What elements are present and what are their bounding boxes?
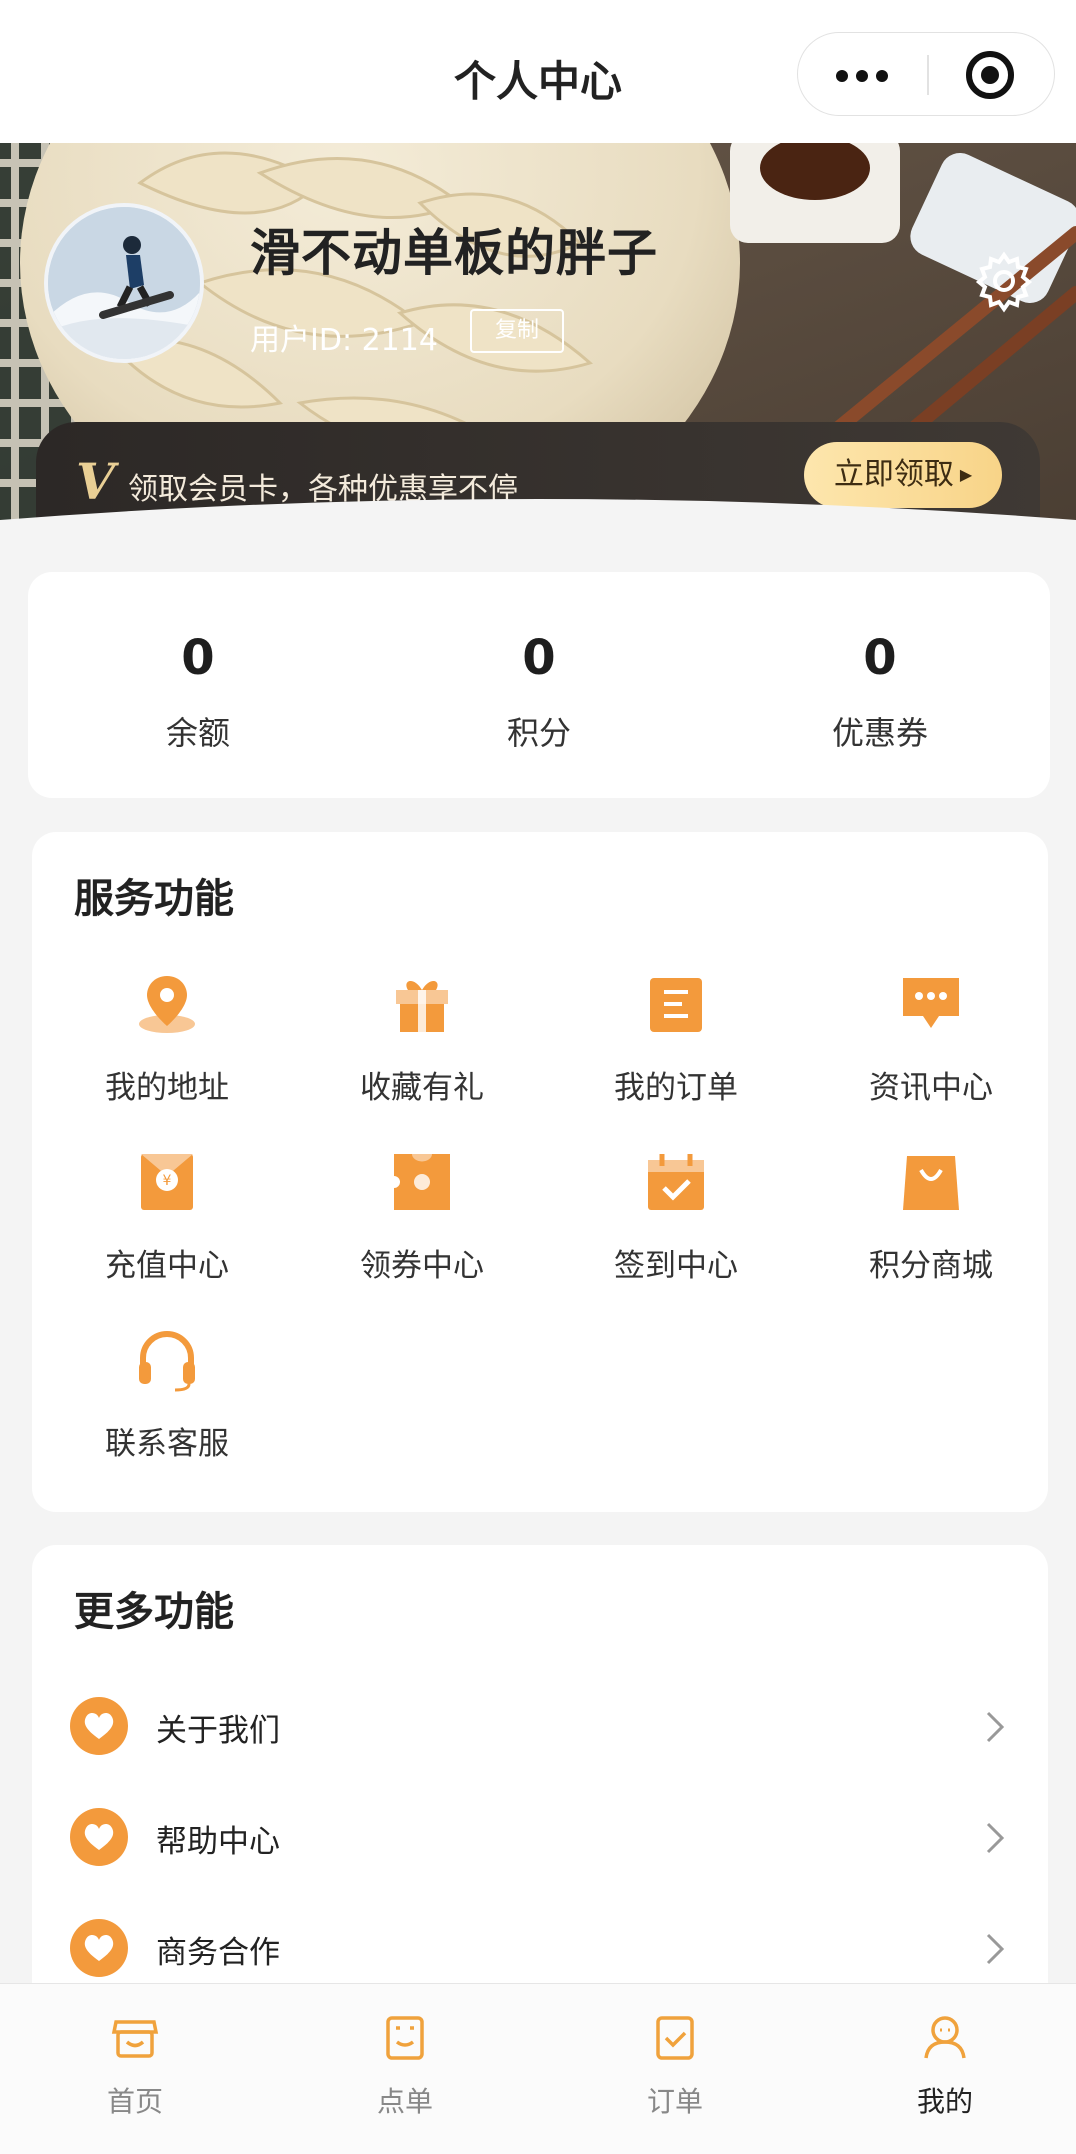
service-label: 签到中心 xyxy=(614,1248,738,1284)
more-functions-card: 更多功能 关于我们 帮助中心 商务合作 xyxy=(32,1545,1048,2015)
home-store-icon xyxy=(111,2020,159,2058)
list-item-business-cooperation[interactable]: 商务合作 xyxy=(70,1907,1010,1987)
menu-order-icon xyxy=(386,2016,424,2060)
tab-mine[interactable]: 我的 xyxy=(845,2012,1045,2120)
service-news-center[interactable]: 资讯中心 xyxy=(811,972,1051,1107)
list-item-label: 帮助中心 xyxy=(156,1824,280,1860)
headset-icon xyxy=(139,1331,195,1392)
order-check-icon xyxy=(656,2016,694,2060)
service-label: 资讯中心 xyxy=(869,1070,993,1106)
service-customer-support[interactable]: 联系客服 xyxy=(47,1328,287,1463)
chevron-right-icon xyxy=(986,1933,1005,1965)
triangle-right-icon: ▶ xyxy=(959,465,973,484)
more-options-icon[interactable] xyxy=(798,33,926,117)
chevron-right-icon xyxy=(986,1822,1005,1854)
banner-bottom-curve xyxy=(0,499,1076,548)
order-list-icon xyxy=(650,978,702,1032)
service-checkin-center[interactable]: 签到中心 xyxy=(556,1150,796,1285)
recharge-envelope-icon: ¥ xyxy=(141,1154,193,1210)
service-label: 收藏有礼 xyxy=(360,1070,484,1106)
calendar-check-icon xyxy=(648,1154,704,1210)
chevron-right-icon xyxy=(986,1711,1005,1743)
heart-icon xyxy=(70,1919,128,1977)
gift-box-icon xyxy=(396,980,448,1032)
snowboarder-image xyxy=(48,207,200,359)
bottom-tab-bar: 首页 点单 订单 我的 xyxy=(0,1983,1076,2154)
user-id: 用户ID: 2114 xyxy=(250,323,438,358)
stat-value: 0 xyxy=(522,630,556,686)
profile-icon xyxy=(924,2016,966,2059)
tab-label: 点单 xyxy=(376,2085,433,2118)
heart-icon xyxy=(70,1808,128,1866)
close-miniprogram-icon[interactable] xyxy=(966,51,1014,99)
more-functions-title: 更多功能 xyxy=(74,1589,234,1635)
stat-coupons[interactable]: 0 优惠券 xyxy=(710,634,1050,754)
tab-label: 首页 xyxy=(106,2085,163,2118)
capsule-divider xyxy=(927,55,929,95)
service-label: 积分商城 xyxy=(869,1248,993,1284)
list-item-label: 关于我们 xyxy=(156,1713,280,1749)
service-label: 联系客服 xyxy=(105,1426,229,1462)
stat-balance[interactable]: 0 余额 xyxy=(28,634,368,754)
account-stats-card: 0 余额 0 积分 0 优惠券 xyxy=(28,572,1050,798)
stat-value: 0 xyxy=(863,630,897,686)
stat-label: 优惠券 xyxy=(831,714,928,752)
service-label: 我的订单 xyxy=(614,1070,738,1106)
service-my-address[interactable]: 我的地址 xyxy=(47,972,287,1107)
user-nickname: 滑不动单板的胖子 xyxy=(250,224,658,282)
stat-points[interactable]: 0 积分 xyxy=(369,634,709,754)
services-card: 服务功能 我的地址 收藏有礼 我的订单 资讯中心 ¥ 充值中心 领券中心 签到中… xyxy=(32,832,1048,1512)
copy-id-button[interactable]: 复制 xyxy=(470,309,564,353)
location-pin-icon xyxy=(139,976,195,1033)
top-nav-bar: 个人中心 xyxy=(0,0,1076,143)
service-label: 我的地址 xyxy=(105,1070,229,1106)
service-favorites-gift[interactable]: 收藏有礼 xyxy=(302,972,542,1107)
shopping-bag-icon xyxy=(903,1156,959,1210)
claim-now-label: 立即领取 xyxy=(833,457,954,492)
tab-label: 订单 xyxy=(646,2085,703,2118)
stat-value: 0 xyxy=(181,630,215,686)
service-label: 领券中心 xyxy=(360,1248,484,1284)
tab-order-menu[interactable]: 点单 xyxy=(305,2012,505,2120)
list-item-about-us[interactable]: 关于我们 xyxy=(70,1685,1010,1765)
settings-gear-icon[interactable] xyxy=(972,249,1036,313)
tab-label: 我的 xyxy=(916,2085,973,2118)
stat-label: 余额 xyxy=(165,714,230,752)
list-item-help-center[interactable]: 帮助中心 xyxy=(70,1796,1010,1876)
avatar[interactable] xyxy=(44,203,204,363)
tab-orders[interactable]: 订单 xyxy=(575,2012,775,2120)
chat-bubble-icon xyxy=(903,978,959,1028)
service-my-orders[interactable]: 我的订单 xyxy=(556,972,796,1107)
service-label: 充值中心 xyxy=(105,1248,229,1284)
coupon-ticket-icon xyxy=(394,1154,450,1210)
service-points-mall[interactable]: 积分商城 xyxy=(811,1150,1051,1285)
service-coupon-center[interactable]: 领券中心 xyxy=(302,1150,542,1285)
services-title: 服务功能 xyxy=(74,876,234,922)
mini-program-capsule xyxy=(797,32,1055,116)
tab-home[interactable]: 首页 xyxy=(35,2012,235,2120)
heart-icon xyxy=(70,1697,128,1755)
service-recharge-center[interactable]: ¥ 充值中心 xyxy=(47,1150,287,1285)
stat-label: 积分 xyxy=(506,714,571,752)
list-item-label: 商务合作 xyxy=(156,1935,280,1971)
svg-text:¥: ¥ xyxy=(163,1173,172,1189)
